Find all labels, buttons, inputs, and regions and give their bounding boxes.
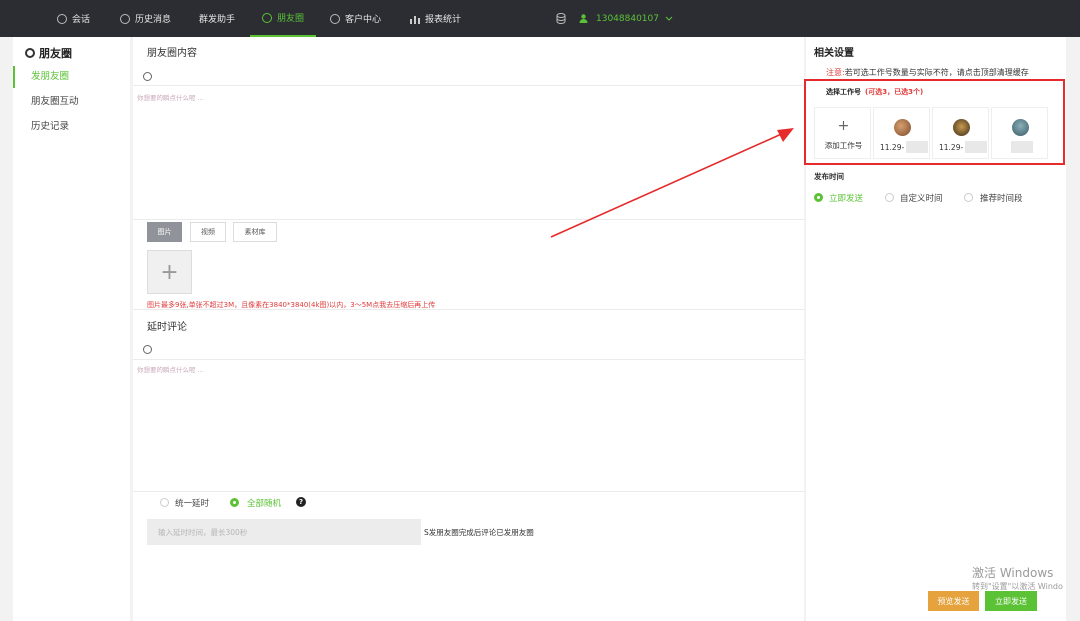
add-account-label: 添加工作号: [824, 141, 863, 150]
plus-icon: +: [160, 259, 179, 285]
settings-panel: 相关设置 注意:若可选工作号数量与实际不符，请点击顶部清理缓存 选择工作号 (可选…: [804, 37, 1066, 621]
account-card[interactable]: 11.29-: [873, 107, 930, 159]
account-number-text: 11.29-: [880, 142, 905, 152]
nav-label-customers: 客户中心: [345, 15, 382, 25]
divider: [133, 309, 804, 310]
chevron-down-icon: [665, 16, 673, 21]
plus-icon: +: [837, 118, 850, 134]
content-input[interactable]: 你想要的瞬点什么呢 ...: [137, 92, 204, 102]
bar-chart-icon: [410, 15, 420, 24]
select-count: (可选3，已选3个): [865, 88, 924, 96]
nav-item-chat[interactable]: 会话: [57, 0, 90, 37]
nav-label-moments: 朋友圈: [277, 14, 305, 24]
radio-recommended-time-label: 推荐时间段: [980, 194, 1023, 204]
divider: [133, 85, 804, 86]
radio-recommended-time[interactable]: [964, 193, 973, 202]
database-icon: [556, 13, 566, 24]
sidebar-title: 朋友圈: [25, 45, 72, 61]
avatar: [1012, 119, 1029, 136]
moments-icon: [262, 12, 272, 23]
notice-text: 若可选工作号数量与实际不符，请点击顶部清理缓存: [844, 68, 1029, 77]
clock-icon: [120, 13, 130, 24]
blurred-text: [906, 141, 929, 153]
avatar: [953, 119, 970, 136]
nav-label-reports: 报表统计: [425, 15, 462, 25]
radio-unified-delay-label: 统一延时: [175, 499, 210, 509]
radio-custom-time-label: 自定义时间: [900, 194, 943, 204]
account-menu[interactable]: 13048840107: [579, 0, 673, 37]
emoji-icon[interactable]: [143, 72, 152, 81]
blurred-text: [1011, 141, 1033, 153]
radio-custom-time[interactable]: [885, 193, 894, 202]
emoji-icon[interactable]: [143, 345, 152, 354]
delay-time-input[interactable]: [147, 519, 421, 545]
top-nav-bar: 会话 历史消息 群发助手 朋友圈 客户中心 报表统计 13048840107: [0, 0, 1080, 37]
nav-label-history: 历史消息: [135, 15, 172, 25]
publish-time-label: 发布时间: [814, 172, 844, 181]
select-account-label: 选择工作号 (可选3，已选3个): [826, 87, 923, 97]
nav-item-moments[interactable]: 朋友圈: [250, 0, 317, 37]
nav-item-history[interactable]: 历史消息: [120, 0, 171, 37]
account-number-label: 11.29-: [880, 141, 929, 153]
content-title: 朋友圈内容: [147, 48, 197, 59]
nav-item-customers[interactable]: 客户中心: [330, 0, 381, 37]
radio-unified-delay[interactable]: [160, 498, 169, 507]
sidebar-item-post-moments[interactable]: 发朋友圈: [13, 66, 130, 88]
aperture-icon: [25, 48, 35, 58]
nav-label-chat: 会话: [72, 15, 91, 25]
chat-icon: [57, 13, 67, 24]
account-number: 13048840107: [596, 13, 659, 24]
annotation-arrow: [550, 128, 794, 238]
account-card[interactable]: [991, 107, 1048, 159]
sidebar-item-moments-interaction[interactable]: 朋友圈互动: [13, 91, 130, 113]
send-now-button[interactable]: 立即发送: [985, 591, 1037, 611]
radio-all-random-label: 全部随机: [247, 499, 282, 509]
tab-image[interactable]: 图片: [147, 222, 182, 242]
account-number-text: 11.29-: [939, 142, 964, 152]
nav-item-broadcast[interactable]: 群发助手: [199, 0, 235, 37]
tab-video[interactable]: 视频: [190, 222, 226, 242]
help-icon[interactable]: ?: [296, 497, 306, 507]
blurred-text: [965, 141, 988, 153]
settings-title: 相关设置: [814, 48, 854, 59]
delay-note: S发朋友圈完成后评论已发朋友圈: [424, 528, 534, 537]
radio-send-now[interactable]: [814, 193, 823, 202]
user-icon: [330, 13, 340, 24]
notice-prefix: 注意:: [826, 68, 845, 77]
image-upload-button[interactable]: +: [147, 250, 192, 294]
cache-notice: 注意:若可选工作号数量与实际不符，请点击顶部清理缓存: [826, 67, 1029, 78]
sidebar-item-history[interactable]: 历史记录: [13, 116, 130, 138]
tab-material-library[interactable]: 素材库: [233, 222, 277, 242]
account-user-icon: [579, 14, 588, 23]
database-button[interactable]: [556, 0, 566, 37]
preview-send-button[interactable]: 预览发送: [928, 591, 979, 611]
account-number-label: 11.29-: [939, 141, 988, 153]
radio-all-random[interactable]: [230, 498, 239, 507]
sidebar: 朋友圈 发朋友圈 朋友圈互动 历史记录: [13, 37, 130, 621]
account-card[interactable]: 11.29-: [932, 107, 989, 159]
divider: [133, 491, 804, 492]
activation-watermark-subtext: 转到"设置"以激活 Windo: [972, 582, 1063, 591]
radio-send-now-label: 立即发送: [829, 194, 864, 204]
sidebar-title-text: 朋友圈: [39, 47, 72, 60]
nav-label-broadcast: 群发助手: [199, 15, 236, 25]
select-account-text: 选择工作号: [826, 88, 861, 96]
add-account-button[interactable]: + 添加工作号: [814, 107, 871, 159]
comment-title: 延时评论: [147, 322, 187, 333]
nav-item-reports[interactable]: 报表统计: [410, 0, 461, 37]
avatar: [894, 119, 911, 136]
comment-input[interactable]: 你想要的瞬点什么呢 ...: [137, 364, 204, 374]
account-number-label: [1009, 141, 1033, 153]
activation-watermark: 激活 Windows: [972, 566, 1054, 580]
divider: [133, 359, 804, 360]
